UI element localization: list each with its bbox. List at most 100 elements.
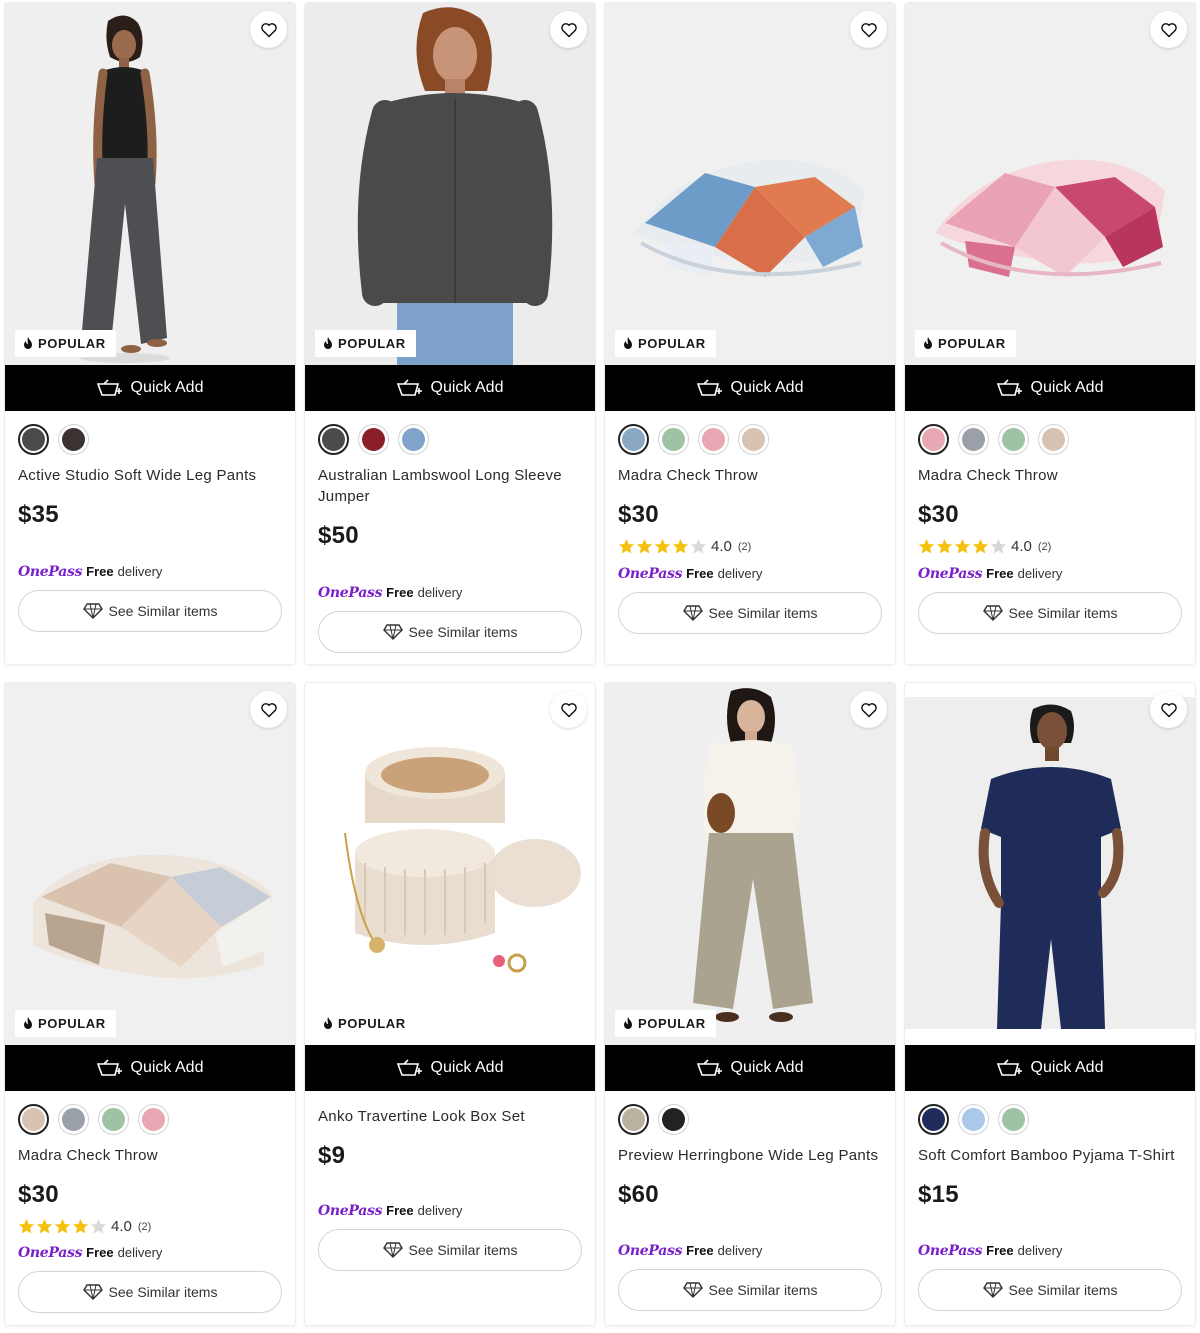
color-swatch[interactable]: [138, 1104, 169, 1135]
onepass-logo: OnePass: [618, 566, 683, 582]
color-swatch[interactable]: [1038, 424, 1069, 455]
see-similar-label: See Similar items: [708, 605, 818, 621]
star-icon: [636, 538, 653, 554]
onepass-delivery: OnePass Free delivery: [918, 1243, 1062, 1259]
product-title[interactable]: Australian Lambswool Long Sleeve Jumper: [318, 465, 582, 507]
product-title[interactable]: Madra Check Throw: [18, 1145, 282, 1166]
basket-icon: [396, 1059, 422, 1076]
product-image[interactable]: [905, 683, 1195, 1045]
product-title[interactable]: Madra Check Throw: [618, 465, 882, 486]
product-card[interactable]: POPULAR Quick Add Australian Lambswool L…: [305, 3, 595, 664]
favorite-button[interactable]: [550, 691, 587, 728]
product-card[interactable]: Quick Add Soft Comfort Bamboo Pyjama T-S…: [905, 683, 1195, 1325]
favorite-button[interactable]: [1150, 11, 1187, 48]
favorite-button[interactable]: [550, 11, 587, 48]
product-card[interactable]: POPULAR Quick Add Preview Herringbone Wi…: [605, 683, 895, 1325]
quick-add-button[interactable]: Quick Add: [5, 1045, 295, 1091]
quick-add-button[interactable]: Quick Add: [905, 365, 1195, 411]
product-card[interactable]: POPULAR Quick Add Active Studio Soft Wid…: [5, 3, 295, 664]
product-image[interactable]: POPULAR: [5, 683, 295, 1045]
product-title[interactable]: Preview Herringbone Wide Leg Pants: [618, 1145, 882, 1166]
product-title[interactable]: Madra Check Throw: [918, 465, 1182, 486]
basket-icon: [696, 379, 722, 396]
favorite-button[interactable]: [250, 11, 287, 48]
popular-badge: POPULAR: [315, 330, 416, 357]
favorite-button[interactable]: [850, 691, 887, 728]
favorite-button[interactable]: [850, 11, 887, 48]
popular-label: POPULAR: [338, 1016, 406, 1031]
free-label: Free: [386, 1203, 414, 1218]
flame-icon: [24, 337, 32, 349]
color-swatch[interactable]: [398, 424, 429, 455]
favorite-button[interactable]: [250, 691, 287, 728]
quick-add-button[interactable]: Quick Add: [605, 1045, 895, 1091]
color-swatch[interactable]: [738, 424, 769, 455]
product-card[interactable]: POPULAR Quick Add Madra Check Throw $30: [605, 3, 895, 664]
color-swatch[interactable]: [918, 1104, 949, 1135]
color-swatch[interactable]: [958, 424, 989, 455]
free-label: Free: [686, 1243, 714, 1258]
color-swatch[interactable]: [998, 1104, 1029, 1135]
color-swatch[interactable]: [698, 424, 729, 455]
see-similar-button[interactable]: See Similar items: [18, 1271, 282, 1313]
color-swatch[interactable]: [18, 1104, 49, 1135]
onepass-delivery: OnePass Free delivery: [918, 566, 1062, 582]
color-swatch[interactable]: [98, 1104, 129, 1135]
product-rating[interactable]: 4.0 (2): [618, 538, 882, 555]
product-image[interactable]: POPULAR: [905, 3, 1195, 365]
product-rating[interactable]: 4.0 (2): [918, 538, 1182, 555]
quick-add-label: Quick Add: [430, 1059, 504, 1076]
see-similar-button[interactable]: See Similar items: [618, 592, 882, 634]
color-swatch[interactable]: [658, 1104, 689, 1135]
product-card[interactable]: POPULAR Quick Add Anko Travertine Look B…: [305, 683, 595, 1325]
onepass-logo: OnePass: [318, 1203, 383, 1219]
product-image[interactable]: POPULAR: [305, 683, 595, 1045]
product-card[interactable]: POPULAR Quick Add Madra Check Throw $30: [5, 683, 295, 1325]
color-swatch[interactable]: [618, 1104, 649, 1135]
color-swatch[interactable]: [958, 1104, 989, 1135]
star-empty-icon: [990, 538, 1007, 554]
popular-badge: POPULAR: [315, 1010, 416, 1037]
see-similar-button[interactable]: See Similar items: [318, 1229, 582, 1271]
product-title[interactable]: Soft Comfort Bamboo Pyjama T-Shirt: [918, 1145, 1182, 1166]
product-price: $35: [18, 501, 59, 528]
see-similar-button[interactable]: See Similar items: [318, 611, 582, 653]
product-title[interactable]: Active Studio Soft Wide Leg Pants: [18, 465, 282, 486]
product-image[interactable]: POPULAR: [305, 3, 595, 365]
heart-outline-icon: [260, 702, 277, 717]
onepass-delivery: OnePass Free delivery: [318, 585, 462, 601]
product-image[interactable]: POPULAR: [5, 3, 295, 365]
color-swatch[interactable]: [358, 424, 389, 455]
popular-label: POPULAR: [38, 1016, 106, 1031]
see-similar-button[interactable]: See Similar items: [918, 592, 1182, 634]
see-similar-button[interactable]: See Similar items: [18, 590, 282, 632]
color-swatch[interactable]: [618, 424, 649, 455]
color-swatch[interactable]: [998, 424, 1029, 455]
color-swatch[interactable]: [58, 424, 89, 455]
quick-add-button[interactable]: Quick Add: [5, 365, 295, 411]
product-card[interactable]: POPULAR Quick Add Madra Check Throw $30: [905, 3, 1195, 664]
product-title[interactable]: Anko Travertine Look Box Set: [318, 1106, 582, 1127]
delivery-label: delivery: [1017, 566, 1063, 581]
favorite-button[interactable]: [1150, 691, 1187, 728]
color-swatch[interactable]: [658, 424, 689, 455]
see-similar-button[interactable]: See Similar items: [918, 1269, 1182, 1311]
quick-add-button[interactable]: Quick Add: [305, 1045, 595, 1091]
product-image[interactable]: POPULAR: [605, 683, 895, 1045]
quick-add-button[interactable]: Quick Add: [605, 365, 895, 411]
color-swatch[interactable]: [18, 424, 49, 455]
quick-add-label: Quick Add: [130, 1059, 204, 1076]
product-rating[interactable]: 4.0 (2): [18, 1218, 282, 1235]
onepass-delivery: OnePass Free delivery: [318, 1203, 462, 1219]
heart-outline-icon: [860, 22, 877, 37]
onepass-logo: OnePass: [318, 585, 383, 601]
see-similar-button[interactable]: See Similar items: [618, 1269, 882, 1311]
color-swatch[interactable]: [58, 1104, 89, 1135]
quick-add-button[interactable]: Quick Add: [305, 365, 595, 411]
color-swatch[interactable]: [318, 424, 349, 455]
diamond-tag-icon: [982, 605, 1003, 621]
color-swatch[interactable]: [918, 424, 949, 455]
product-image[interactable]: POPULAR: [605, 3, 895, 365]
popular-badge: POPULAR: [15, 330, 116, 357]
quick-add-button[interactable]: Quick Add: [905, 1045, 1195, 1091]
